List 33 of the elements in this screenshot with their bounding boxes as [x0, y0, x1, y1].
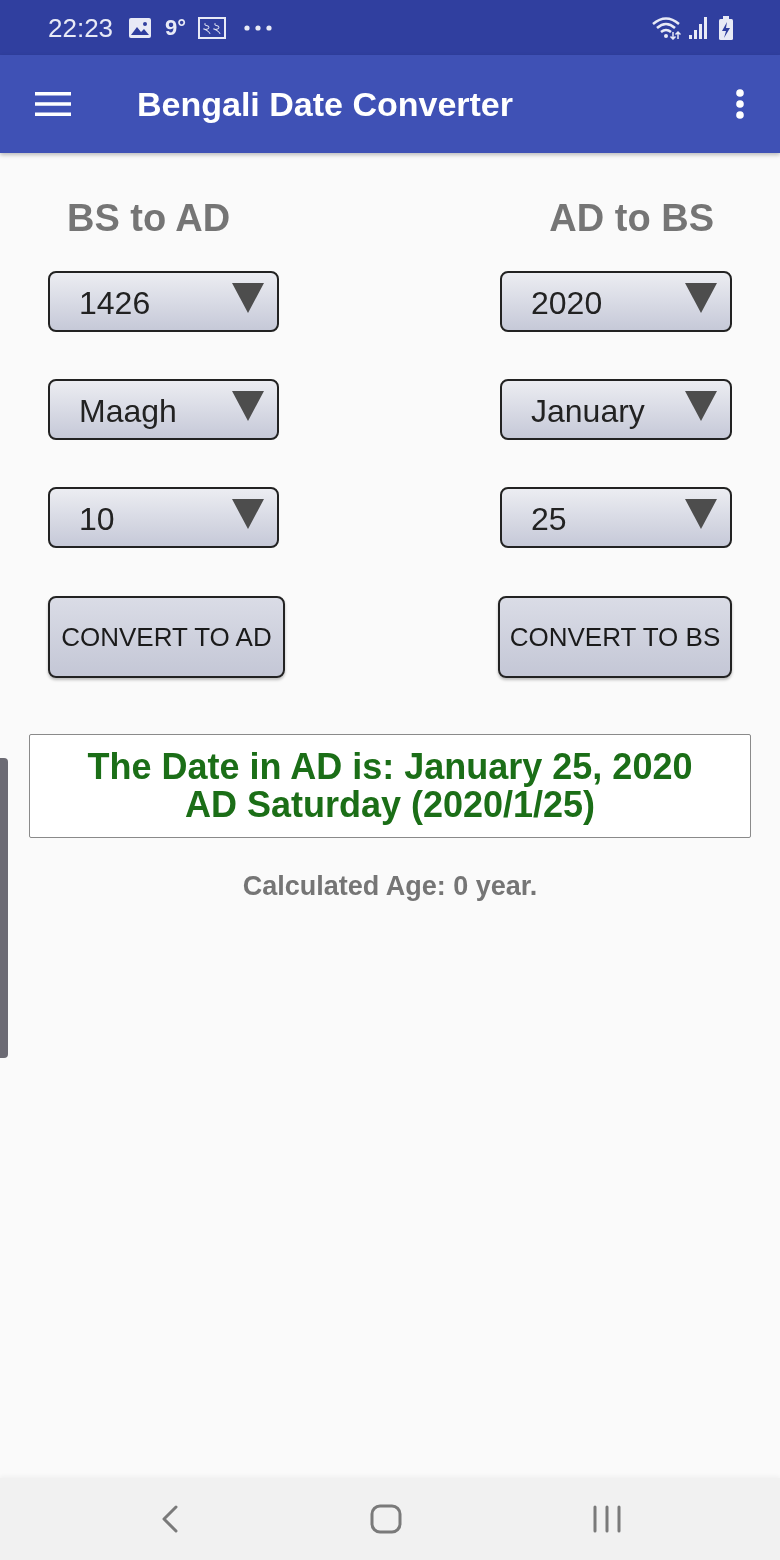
dropdown-select[interactable]: 1426	[48, 271, 279, 332]
section-heading: BS to AD	[67, 198, 231, 238]
status-time: 22:23	[48, 12, 114, 43]
dropdown-triangle-icon	[232, 283, 264, 313]
convert-button[interactable]: CONVERT TO BS	[498, 596, 732, 678]
result-text: The Date in AD is: January 25, 2020 AD Saturday (2020/1/25)	[86, 748, 694, 824]
weather-temperature: 9°	[165, 14, 187, 41]
menu-icon[interactable]	[35, 92, 71, 116]
app-title: Bengali Date Converter	[137, 83, 513, 125]
dropdown-select[interactable]: Maagh	[48, 379, 279, 440]
home-icon[interactable]	[369, 1504, 402, 1534]
signal-icon	[689, 16, 709, 39]
dropdown-triangle-icon	[685, 391, 717, 421]
dropdown-triangle-icon	[232, 499, 264, 529]
more-dots-icon	[244, 24, 273, 31]
section-heading: AD to BS	[549, 198, 714, 238]
back-icon[interactable]	[161, 1505, 179, 1533]
wifi-icon	[651, 15, 681, 40]
dropdown-select[interactable]: 25	[500, 487, 732, 548]
edge-panel-handle[interactable]	[0, 758, 8, 1058]
image-icon	[129, 17, 152, 38]
dropdown-triangle-icon	[685, 283, 717, 313]
date-notification: ২২	[198, 16, 227, 39]
dropdown-select[interactable]: 2020	[500, 271, 732, 332]
dropdown-select[interactable]: 10	[48, 487, 279, 548]
calculated-age: Calculated Age: 0 year.	[241, 871, 539, 901]
convert-button[interactable]: CONVERT TO AD	[48, 596, 285, 678]
battery-charging-icon	[719, 15, 733, 40]
dropdown-triangle-icon	[685, 499, 717, 529]
more-options-icon[interactable]	[736, 89, 744, 119]
dropdown-select[interactable]: January	[500, 379, 732, 440]
recents-icon[interactable]	[592, 1505, 622, 1533]
dropdown-triangle-icon	[232, 391, 264, 421]
